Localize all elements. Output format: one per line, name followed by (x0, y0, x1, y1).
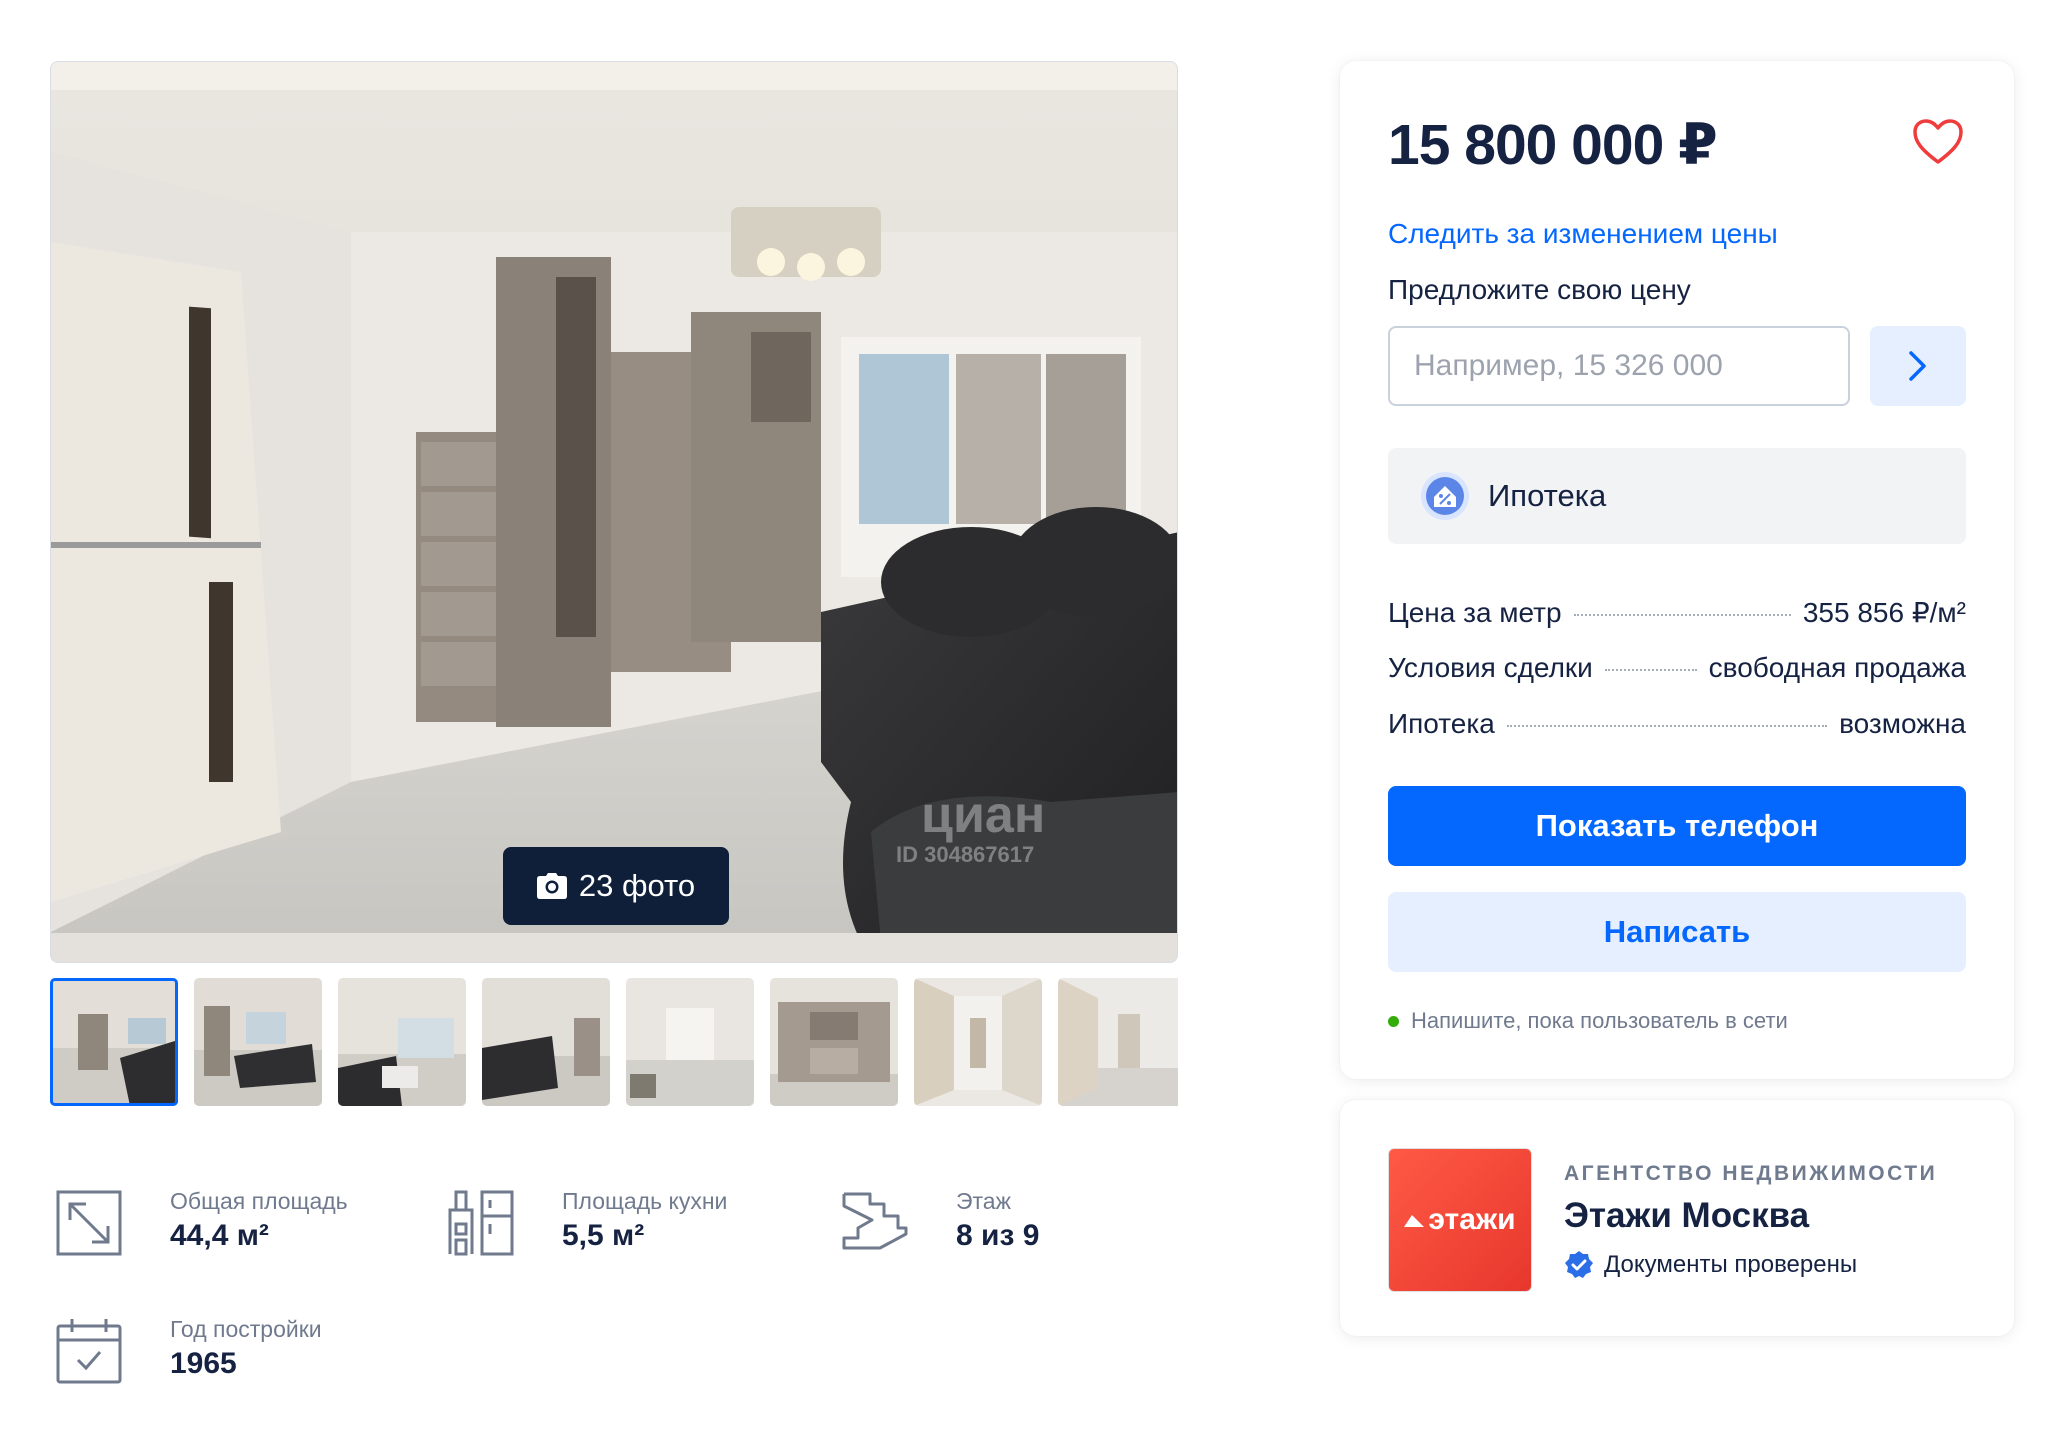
main-photo[interactable]: циан ID 304867617 23 фото (50, 61, 1178, 963)
price: 15 800 000 ₽ (1388, 113, 1718, 177)
offer-price-input[interactable] (1388, 326, 1850, 406)
agency-verified: Документы проверены (1564, 1250, 1857, 1280)
feature-floor: Этаж 8 из 9 (840, 1188, 1039, 1258)
mortgage-icon (1421, 472, 1469, 520)
detail-value: 355 856 ₽/м² (1802, 597, 1966, 628)
thumbnail[interactable] (914, 978, 1042, 1106)
thumbnail[interactable] (338, 978, 466, 1106)
agency-name[interactable]: Этажи Москва (1564, 1196, 1809, 1236)
feature-value: 8 из 9 (956, 1219, 1040, 1252)
watermark-id: ID 304867617 (896, 842, 1034, 867)
agency-verified-text: Документы проверены (1604, 1251, 1858, 1278)
roof-icon (1404, 1215, 1425, 1227)
feature-value: 1965 (170, 1347, 237, 1380)
feature-label: Общая площадь (170, 1188, 348, 1214)
agency-logo[interactable]: этажи (1388, 1148, 1532, 1292)
detail-value: свободная продажа (1708, 652, 1966, 683)
feature-value: 5,5 м² (562, 1219, 645, 1252)
follow-price-link[interactable]: Следить за изменением цены (1388, 218, 1778, 250)
feature-label: Год постройки (170, 1316, 322, 1342)
mortgage-button[interactable]: Ипотека (1388, 448, 1966, 544)
online-hint-text: Напишите, пока пользователь в сети (1411, 1008, 1788, 1033)
detail-row-deal-terms: Условия сделки свободная продажа (1388, 652, 1966, 692)
agency-logo-text: этажи (1428, 1203, 1516, 1236)
offer-submit-button[interactable] (1870, 326, 1966, 406)
detail-key: Ипотека (1388, 708, 1495, 739)
chevron-right-icon (1909, 351, 1926, 381)
thumbnail[interactable] (194, 978, 322, 1106)
detail-value: возможна (1839, 708, 1966, 739)
show-phone-button[interactable]: Показать телефон (1388, 786, 1966, 866)
feature-kitchen-area: Площадь кухни 5,5 м² (446, 1188, 727, 1258)
area-icon (56, 1190, 122, 1256)
online-hint: Напишите, пока пользователь в сети (1388, 1008, 1788, 1034)
detail-key: Условия сделки (1388, 652, 1593, 683)
dotted-leader (1573, 614, 1791, 616)
online-status-dot (1388, 1015, 1399, 1027)
detail-key: Цена за метр (1388, 597, 1562, 628)
feature-build-year: Год постройки 1965 (54, 1316, 322, 1386)
thumbnail-strip (50, 978, 1178, 1106)
thumbnail[interactable] (1058, 978, 1178, 1106)
dotted-leader (1604, 669, 1697, 671)
favorite-heart-icon[interactable] (1912, 118, 1964, 166)
mortgage-label: Ипотека (1488, 478, 1607, 513)
thumbnail[interactable] (50, 978, 178, 1106)
photo-count-label: 23 фото (578, 868, 696, 903)
feature-value: 44,4 м² (170, 1219, 269, 1252)
kitchen-icon (448, 1190, 514, 1256)
feature-label: Площадь кухни (562, 1188, 728, 1214)
detail-row-mortgage: Ипотека возможна (1388, 708, 1966, 748)
verified-badge-icon (1565, 1251, 1593, 1278)
thumbnail[interactable] (770, 978, 898, 1106)
thumbnail[interactable] (482, 978, 610, 1106)
photo-count-button[interactable]: 23 фото (503, 847, 729, 925)
detail-row-price-per-meter: Цена за метр 355 856 ₽/м² (1388, 596, 1966, 636)
write-message-button[interactable]: Написать (1388, 892, 1966, 972)
feature-label: Этаж (956, 1188, 1011, 1214)
watermark-brand: циан (921, 786, 1045, 844)
calendar-icon (56, 1319, 122, 1384)
camera-icon (536, 873, 567, 899)
stairs-icon (842, 1192, 908, 1250)
agency-type: АГЕНТСТВО НЕДВИЖИМОСТИ (1564, 1162, 1938, 1185)
thumbnail[interactable] (626, 978, 754, 1106)
offer-price-label: Предложите свою цену (1388, 274, 1691, 305)
feature-total-area: Общая площадь 44,4 м² (54, 1188, 348, 1258)
dotted-leader (1506, 725, 1828, 727)
